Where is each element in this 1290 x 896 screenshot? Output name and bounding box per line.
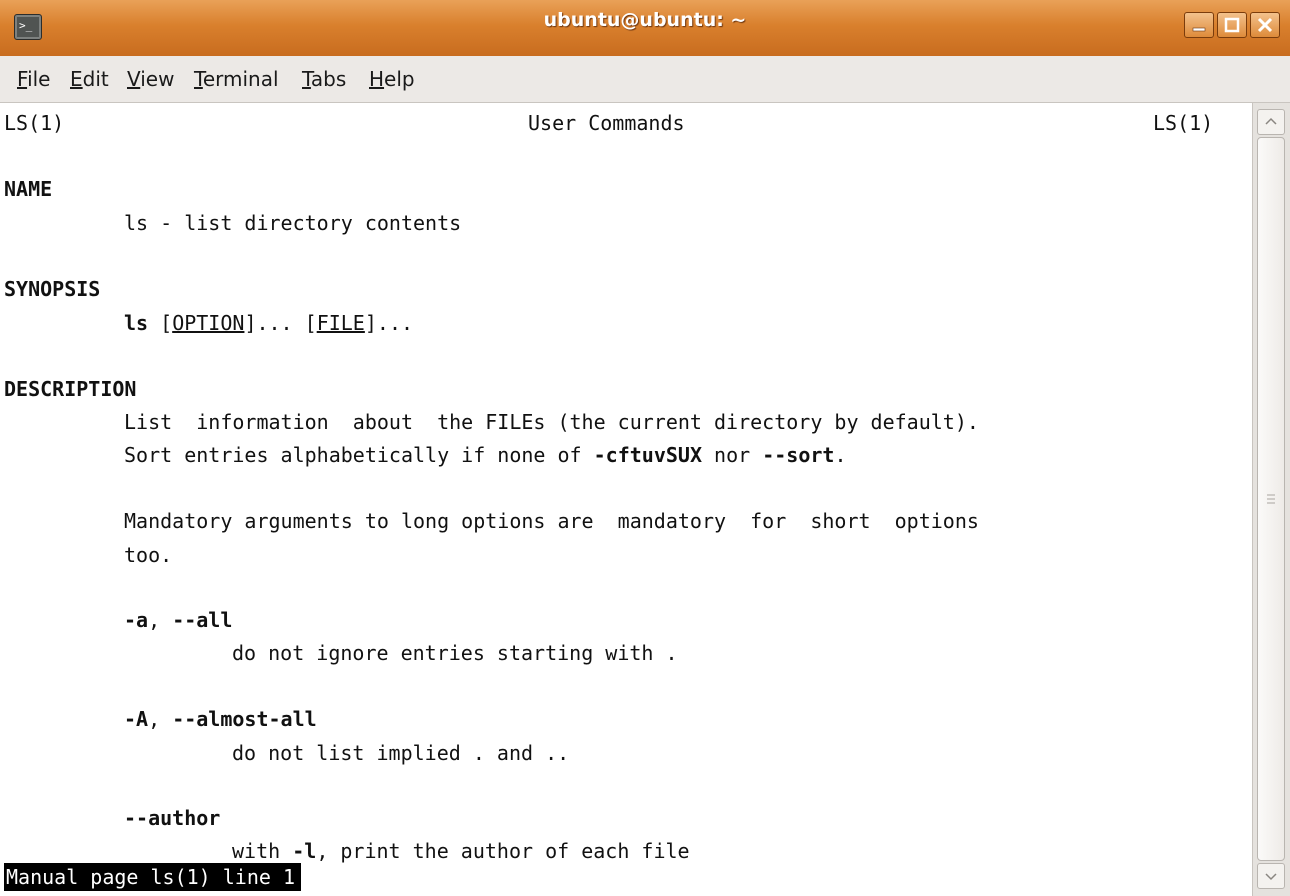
option-author-desc-pre: with (232, 839, 293, 863)
close-icon (1257, 17, 1273, 33)
menu-bar: File Edit View Terminal Tabs Help (0, 56, 1290, 103)
pager-status-line: Manual page ls(1) line 1 (4, 863, 301, 891)
minimize-icon (1192, 27, 1206, 32)
option-a-short: -a (124, 608, 149, 632)
menu-help-label: elp (384, 67, 415, 91)
description-line-1: List information about the FILEs (the cu… (124, 410, 979, 434)
option-almost-all-long: --almost-all (172, 707, 317, 731)
terminal-output[interactable]: LS(1) User Commands LS(1) NAME ls - list… (0, 103, 1252, 896)
menu-tabs-label: abs (310, 67, 347, 91)
flag-sort: --sort (762, 443, 835, 467)
menu-edit[interactable]: Edit (70, 66, 109, 92)
option-almost-all-line: -A, --almost-all (124, 707, 317, 731)
man-header-center: User Commands (528, 111, 685, 135)
menu-help[interactable]: Help (369, 66, 415, 92)
scrollbar-thumb[interactable] (1257, 137, 1285, 861)
description-line-4: too. (124, 543, 173, 567)
flag-l: -l (292, 839, 317, 863)
minimize-button[interactable] (1184, 12, 1214, 38)
menu-terminal-mnemonic: T (194, 67, 203, 91)
menu-terminal[interactable]: Terminal (194, 66, 279, 92)
option-A-short: -A (124, 707, 149, 731)
synopsis-command: ls (124, 311, 149, 335)
menu-tabs[interactable]: Tabs (302, 66, 346, 92)
menu-view-mnemonic: V (127, 67, 141, 91)
maximize-button[interactable] (1217, 12, 1247, 38)
option-a-line: -a, --all (124, 608, 233, 632)
synopsis-option: OPTION (172, 311, 245, 335)
menu-view[interactable]: View (127, 66, 174, 92)
menu-edit-mnemonic: E (70, 67, 83, 91)
section-synopsis-heading: SYNOPSIS (4, 277, 101, 301)
scroll-down-button[interactable] (1257, 863, 1285, 889)
menu-terminal-label: erminal (202, 67, 279, 91)
menu-file-mnemonic: F (17, 67, 28, 91)
description-line-3: Mandatory arguments to long options are … (124, 509, 979, 533)
menu-view-label: iew (140, 67, 175, 91)
description-line-2-mid: nor (701, 443, 763, 467)
synopsis-line: ls [OPTION]... [FILE]... (124, 311, 414, 335)
option-author-description: with -l, print the author of each file (232, 837, 690, 865)
menu-edit-label: dit (82, 67, 109, 91)
option-author-desc-post: , print the author of each file (316, 839, 690, 863)
menu-help-mnemonic: H (369, 67, 385, 91)
chevron-down-icon (1265, 873, 1277, 881)
option-author: --author (124, 806, 221, 830)
option-a-long: --all (172, 608, 233, 632)
option-almost-all-description: do not list implied . and .. (232, 741, 570, 765)
man-header-right: LS(1) (1153, 111, 1214, 135)
maximize-icon (1224, 17, 1240, 33)
flag-cftuvsux: -cftuvSUX (593, 443, 702, 467)
option-a-description: do not ignore entries starting with . (232, 641, 678, 665)
grip-icon (1267, 494, 1275, 504)
close-button[interactable] (1250, 12, 1280, 38)
chevron-up-icon (1265, 117, 1277, 125)
window-title: ubuntu@ubuntu: ~ (543, 9, 747, 31)
section-name-heading: NAME (4, 177, 53, 201)
menu-file[interactable]: File (17, 66, 50, 92)
menu-tabs-mnemonic: T (302, 67, 311, 91)
description-line-2-end: . (834, 443, 847, 467)
title-bar[interactable]: >_ ubuntu@ubuntu: ~ (0, 0, 1290, 57)
terminal-window: >_ ubuntu@ubuntu: ~ File Edit View Termi… (0, 0, 1290, 896)
man-header-left: LS(1) (4, 111, 65, 135)
section-description-heading: DESCRIPTION (4, 377, 137, 401)
menu-file-label: ile (27, 67, 51, 91)
description-line-2: Sort entries alphabetically if none of -… (124, 441, 847, 469)
description-line-2-text: Sort entries alphabetically if none of (124, 443, 594, 467)
vertical-scrollbar[interactable] (1252, 103, 1290, 896)
scroll-up-button[interactable] (1257, 109, 1285, 135)
name-text: ls - list directory contents (124, 211, 462, 235)
synopsis-file: FILE (316, 311, 365, 335)
